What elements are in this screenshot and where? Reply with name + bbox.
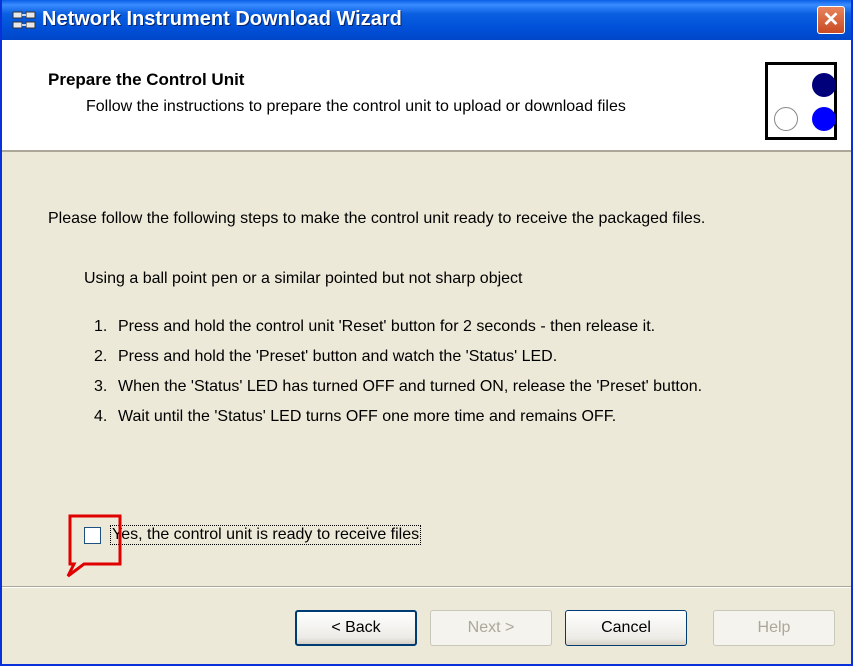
step-number: 4. [94, 408, 108, 425]
step-text: Wait until the 'Status' LED turns OFF on… [118, 408, 617, 425]
button-separator [2, 586, 851, 588]
step-item: 2. Press and hold the 'Preset' button and… [94, 348, 702, 378]
wizard-window: Network Instrument Download Wizard ✕ Pre… [0, 0, 853, 666]
close-button[interactable]: ✕ [817, 6, 845, 34]
step-number: 1. [94, 318, 108, 335]
step-text: When the 'Status' LED has turned OFF and… [118, 378, 703, 395]
sub-intro-text: Using a ball point pen or a similar poin… [84, 270, 523, 287]
ready-checkbox-label[interactable]: Yes, the control unit is ready to receiv… [110, 525, 422, 545]
step-text: Press and hold the 'Preset' button and w… [118, 348, 558, 365]
steps-list: 1. Press and hold the control unit 'Reset… [94, 318, 702, 438]
window-title: Network Instrument Download Wizard [42, 8, 402, 30]
wizard-header: Prepare the Control Unit Follow the inst… [2, 40, 851, 152]
step-item: 3. When the 'Status' LED has turned OFF a… [94, 378, 702, 408]
logo-dot-blue-icon [812, 107, 836, 131]
highlight-callout [66, 514, 122, 578]
help-button[interactable]: Help [713, 610, 835, 646]
step-number: 2. [94, 348, 108, 365]
next-button[interactable]: Next > [430, 610, 552, 646]
step-item: 1. Press and hold the control unit 'Reset… [94, 318, 702, 348]
cancel-button[interactable]: Cancel [565, 610, 687, 646]
wizard-logo [765, 62, 837, 140]
page-title: Prepare the Control Unit [48, 70, 245, 89]
close-icon: ✕ [822, 9, 840, 31]
step-text: Press and hold the control unit 'Reset' … [118, 318, 656, 335]
step-item: 4. Wait until the 'Status' LED turns OFF … [94, 408, 702, 438]
intro-text: Please follow the following steps to mak… [48, 210, 706, 227]
title-bar[interactable]: Network Instrument Download Wizard ✕ [2, 0, 851, 40]
step-number: 3. [94, 378, 108, 395]
page-subtitle: Follow the instructions to prepare the c… [86, 98, 626, 115]
network-computers-icon [12, 11, 36, 29]
back-button[interactable]: < Back [295, 610, 417, 646]
logo-dot-dark-icon [812, 73, 836, 97]
logo-dot-empty-icon [774, 107, 798, 131]
